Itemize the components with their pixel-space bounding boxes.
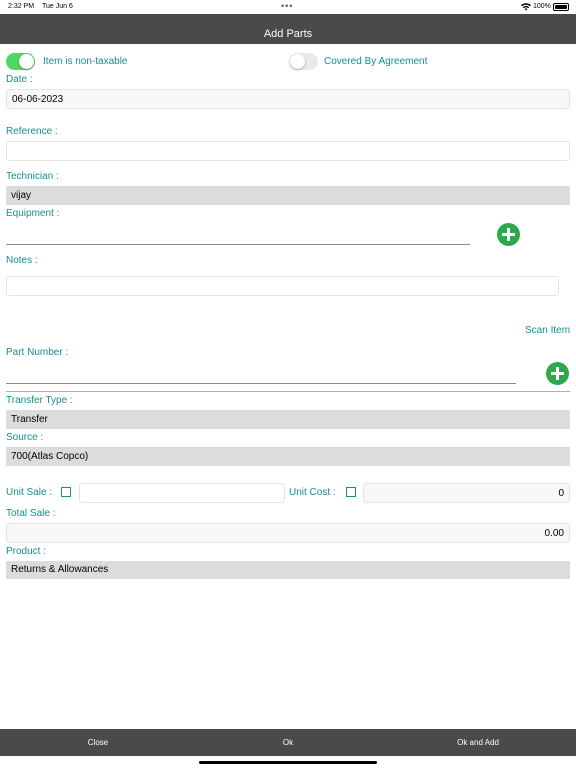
unit-cost-checkbox[interactable] bbox=[346, 487, 356, 497]
unit-cost-label: Unit Cost : bbox=[289, 487, 336, 498]
reference-label: Reference : bbox=[6, 126, 58, 137]
product-select[interactable]: Returns & Allowances bbox=[6, 561, 570, 579]
unit-sale-label: Unit Sale : bbox=[6, 487, 53, 498]
wifi-icon bbox=[521, 3, 531, 11]
equipment-label: Equipment : bbox=[6, 208, 60, 219]
status-time: 2:32 PM bbox=[8, 3, 35, 10]
part-number-label: Part Number : bbox=[6, 347, 69, 358]
technician-label: Technician : bbox=[6, 171, 59, 182]
scan-item-button[interactable]: Scan Item bbox=[525, 325, 570, 336]
status-date: Tue Jun 6 bbox=[42, 3, 73, 10]
battery-percent: 100% bbox=[533, 3, 551, 10]
ok-and-add-button[interactable]: Ok and Add bbox=[380, 729, 576, 756]
transfer-type-select[interactable]: Transfer bbox=[6, 410, 570, 429]
navigation-bar: Add Parts bbox=[0, 14, 576, 44]
section-divider bbox=[6, 391, 570, 392]
multitask-dots-icon[interactable]: ••• bbox=[281, 1, 293, 11]
source-select[interactable]: 700(Atlas Copco) bbox=[6, 447, 570, 466]
bottom-toolbar: Close Ok Ok and Add bbox=[0, 729, 576, 756]
covered-by-agreement-label: Covered By Agreement bbox=[324, 56, 428, 67]
part-number-underline bbox=[6, 383, 516, 384]
equipment-input[interactable] bbox=[6, 226, 470, 244]
source-label: Source : bbox=[6, 432, 44, 443]
non-taxable-label: Item is non-taxable bbox=[43, 56, 128, 67]
unit-sale-checkbox[interactable] bbox=[61, 487, 71, 497]
product-label: Product : bbox=[6, 546, 47, 557]
part-number-input[interactable] bbox=[6, 366, 516, 384]
total-sale-label: Total Sale : bbox=[6, 508, 56, 519]
close-button[interactable]: Close bbox=[0, 729, 196, 756]
add-equipment-icon[interactable] bbox=[497, 223, 520, 246]
unit-cost-field[interactable]: 0 bbox=[363, 483, 570, 503]
transfer-type-label: Transfer Type : bbox=[6, 395, 73, 406]
total-sale-field[interactable]: 0.00 bbox=[6, 523, 570, 543]
equipment-underline bbox=[6, 244, 470, 245]
notes-label: Notes : bbox=[6, 255, 38, 266]
reference-input[interactable] bbox=[6, 141, 570, 161]
date-field[interactable]: 06-06-2023 bbox=[6, 89, 570, 109]
ok-button[interactable]: Ok bbox=[190, 729, 386, 756]
status-bar: 2:32 PM Tue Jun 6 ••• 100% bbox=[0, 0, 576, 14]
non-taxable-toggle[interactable] bbox=[6, 53, 35, 70]
date-label: Date : bbox=[6, 74, 33, 85]
battery-icon bbox=[553, 3, 569, 11]
page-title: Add Parts bbox=[263, 28, 313, 40]
notes-input[interactable] bbox=[6, 276, 559, 296]
covered-by-agreement-toggle[interactable] bbox=[289, 53, 318, 70]
unit-sale-input[interactable] bbox=[79, 483, 285, 503]
add-part-icon[interactable] bbox=[546, 362, 569, 385]
technician-field[interactable]: vijay bbox=[6, 186, 570, 205]
home-indicator[interactable] bbox=[199, 761, 377, 764]
